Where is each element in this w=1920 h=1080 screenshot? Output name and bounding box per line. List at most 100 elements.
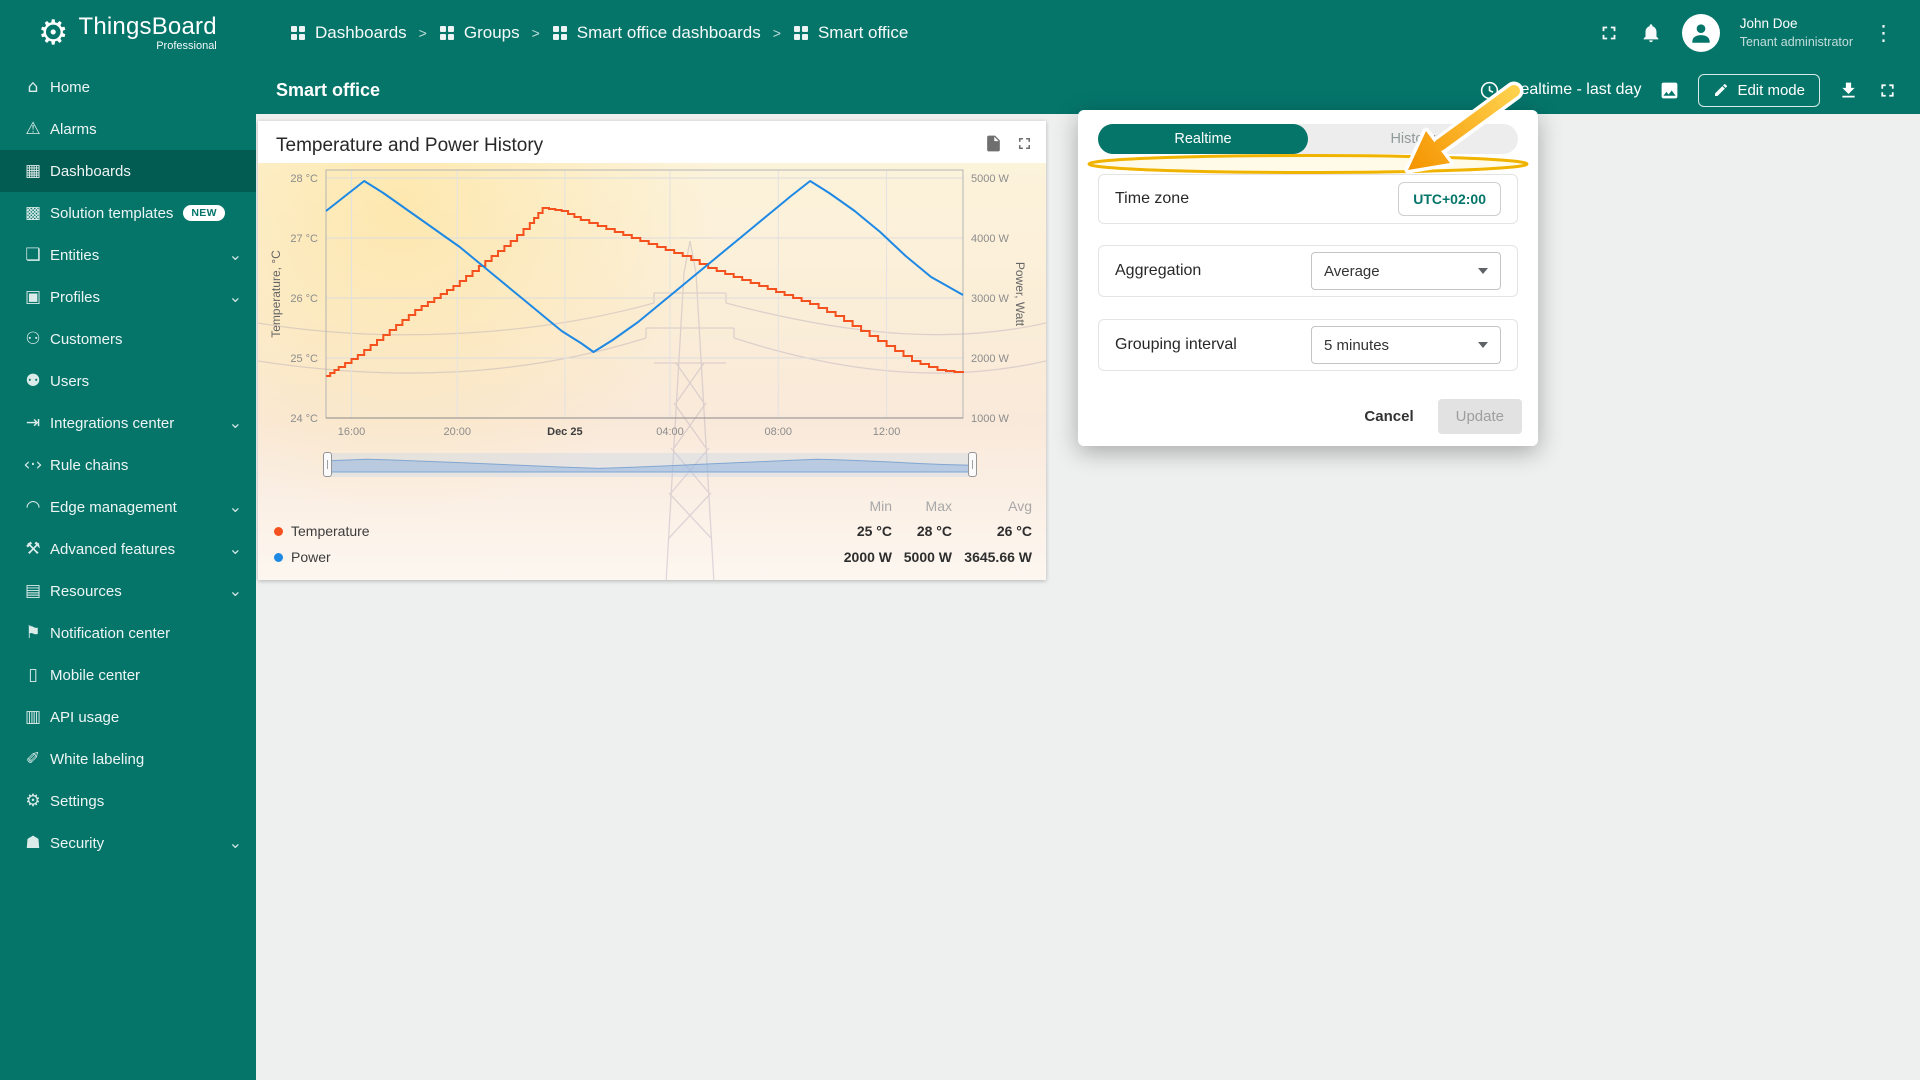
notifications-bell-icon[interactable] (1640, 22, 1662, 44)
slider-preview-svg (328, 458, 972, 473)
breadcrumb-item-smart-office[interactable]: Smart office (793, 23, 908, 43)
edge-management-icon: ◠ (25, 497, 41, 517)
api-usage-chart-icon: ▥ (24, 707, 42, 727)
breadcrumb: Dashboards > Groups > Smart office dashb… (290, 23, 908, 43)
fullscreen-icon[interactable] (1598, 22, 1620, 44)
chart-legend: Min Max Avg Temperature 25 °C 28 °C 26 °… (258, 491, 1046, 577)
grouping-interval-select[interactable]: 5 minutes (1311, 326, 1501, 364)
temperature-min: 25 °C (856, 523, 892, 539)
alarm-warning-icon: ⚠ (25, 119, 41, 139)
power-max: 5000 W (903, 549, 952, 565)
svg-text:Power, Watt: Power, Watt (1013, 262, 1027, 327)
power-min: 2000 W (843, 549, 892, 565)
cancel-button[interactable]: Cancel (1358, 400, 1419, 433)
svg-text:20:00: 20:00 (443, 426, 471, 438)
legend-item-temperature[interactable]: Temperature (274, 520, 370, 542)
user-avatar[interactable] (1681, 14, 1720, 52)
timezone-label: Time zone (1115, 190, 1190, 207)
sidebar-item-customers[interactable]: ⚇ Customers (0, 318, 256, 360)
notification-flag-icon: ⚑ (25, 623, 41, 643)
tab-realtime[interactable]: Realtime (1098, 124, 1308, 154)
sidebar-item-solution-templates[interactable]: ▩ Solution templates NEW (0, 192, 256, 234)
more-menu-icon[interactable]: ⋮ (1873, 21, 1894, 45)
breadcrumb-item-groups[interactable]: Groups (439, 23, 520, 43)
sidebar-item-integrations-center[interactable]: ⇥ Integrations center ⌄ (0, 402, 256, 444)
svg-text:12:00: 12:00 (873, 426, 901, 438)
app-edition: Professional (156, 39, 217, 52)
user-name: John Doe (1739, 16, 1798, 32)
sidebar-item-security[interactable]: ☗ Security ⌄ (0, 822, 256, 864)
update-button[interactable]: Update (1437, 399, 1522, 434)
timeline-range-slider[interactable] (323, 451, 977, 479)
white-labeling-icon: ✐ (25, 749, 41, 769)
resources-folder-icon: ▤ (24, 581, 42, 601)
dashboard-grid-icon (793, 26, 808, 40)
sidebar-item-api-usage[interactable]: ▥ API usage (0, 696, 256, 738)
temperature-max: 28 °C (916, 523, 952, 539)
svg-text:4000 W: 4000 W (971, 233, 1010, 245)
dashboard-grid-icon (552, 26, 567, 40)
export-file-icon[interactable] (984, 134, 1003, 153)
sidebar-item-advanced-features[interactable]: ⚒ Advanced features ⌄ (0, 528, 256, 570)
sidebar-item-edge-management[interactable]: ◠ Edge management ⌄ (0, 486, 256, 528)
legend-row-temperature: Temperature 25 °C 28 °C 26 °C (258, 520, 1046, 542)
entities-icon: ❏ (25, 245, 41, 265)
sidebar-item-rule-chains[interactable]: ‹·› Rule chains (0, 444, 256, 486)
sidebar-item-home[interactable]: ⌂ Home (0, 66, 256, 108)
settings-gear-icon: ⚙ (25, 791, 41, 811)
aggregation-field: Aggregation Average (1098, 245, 1518, 297)
customers-icon: ⚇ (25, 329, 41, 349)
svg-text:Temperature, °C: Temperature, °C (269, 250, 283, 338)
security-shield-icon: ☗ (25, 833, 41, 853)
svg-text:1000 W: 1000 W (971, 413, 1010, 425)
fullscreen-expand-icon[interactable] (1877, 80, 1898, 101)
timezone-value-button[interactable]: UTC+02:00 (1398, 182, 1501, 216)
logo-gear-icon: ⚙ (38, 12, 69, 53)
home-icon: ⌂ (27, 77, 39, 97)
legend-col-avg: Avg (1008, 498, 1032, 514)
chart-svg: 28 °C 5000 W 27 °C 4000 W 26 °C 3000 W 25 °C 20… (269, 169, 1027, 438)
legend-row-power: Power 2000 W 5000 W 3645.66 W (258, 546, 1046, 568)
svg-text:2000 W: 2000 W (971, 353, 1010, 365)
svg-text:3000 W: 3000 W (971, 293, 1010, 305)
thingsboard-logo[interactable]: ⚙ ThingsBoard Professional (0, 12, 240, 53)
aggregation-select[interactable]: Average (1311, 252, 1501, 290)
sidebar-item-dashboards[interactable]: ▦ Dashboards (0, 150, 256, 192)
widget-fullscreen-icon[interactable] (1015, 134, 1034, 153)
svg-text:28 °C: 28 °C (290, 173, 318, 185)
sidebar-item-profiles[interactable]: ▣ Profiles ⌄ (0, 276, 256, 318)
user-info[interactable]: John Doe Tenant administrator (1740, 15, 1853, 50)
sidebar-item-settings[interactable]: ⚙ Settings (0, 780, 256, 822)
timewindow-button[interactable]: Realtime - last day (1479, 80, 1641, 101)
sidebar-item-mobile-center[interactable]: ▯ Mobile center (0, 654, 256, 696)
users-icon: ⚉ (25, 371, 41, 391)
sidebar-item-alarms[interactable]: ⚠ Alarms (0, 108, 256, 150)
sidebar-item-resources[interactable]: ▤ Resources ⌄ (0, 570, 256, 612)
dashboard-grid-icon (439, 26, 454, 40)
sidebar-item-users[interactable]: ⚉ Users (0, 360, 256, 402)
solution-templates-icon: ▩ (24, 203, 42, 223)
person-icon (1692, 24, 1710, 43)
legend-item-power[interactable]: Power (274, 546, 331, 568)
mobile-phone-icon: ▯ (28, 665, 38, 685)
sidebar-item-white-labeling[interactable]: ✐ White labeling (0, 738, 256, 780)
slider-handle-right[interactable] (968, 452, 977, 477)
sidebar-item-notification-center[interactable]: ⚑ Notification center (0, 612, 256, 654)
svg-text:24 °C: 24 °C (290, 413, 318, 425)
breadcrumb-separator: > (531, 25, 540, 41)
breadcrumb-item-smart-office-dashboards[interactable]: Smart office dashboards (552, 23, 761, 43)
integrations-icon: ⇥ (25, 413, 41, 433)
download-icon[interactable] (1838, 80, 1859, 101)
tab-history[interactable]: History (1308, 124, 1518, 154)
slider-baseline (328, 472, 972, 473)
breadcrumb-separator: > (772, 25, 781, 41)
edit-mode-button[interactable]: Edit mode (1698, 73, 1820, 107)
timewindow-dialog: Realtime History Time zone UTC+02:00 Agg… (1078, 110, 1538, 446)
screenshot-image-icon[interactable] (1659, 80, 1680, 101)
timewindow-tabs: Realtime History (1098, 124, 1518, 154)
slider-handle-left[interactable] (323, 452, 332, 477)
top-app-bar: ⚙ ThingsBoard Professional Dashboards > … (0, 0, 1920, 66)
clock-icon (1480, 81, 1499, 99)
sidebar-item-entities[interactable]: ❏ Entities ⌄ (0, 234, 256, 276)
breadcrumb-item-dashboards[interactable]: Dashboards (290, 23, 407, 43)
